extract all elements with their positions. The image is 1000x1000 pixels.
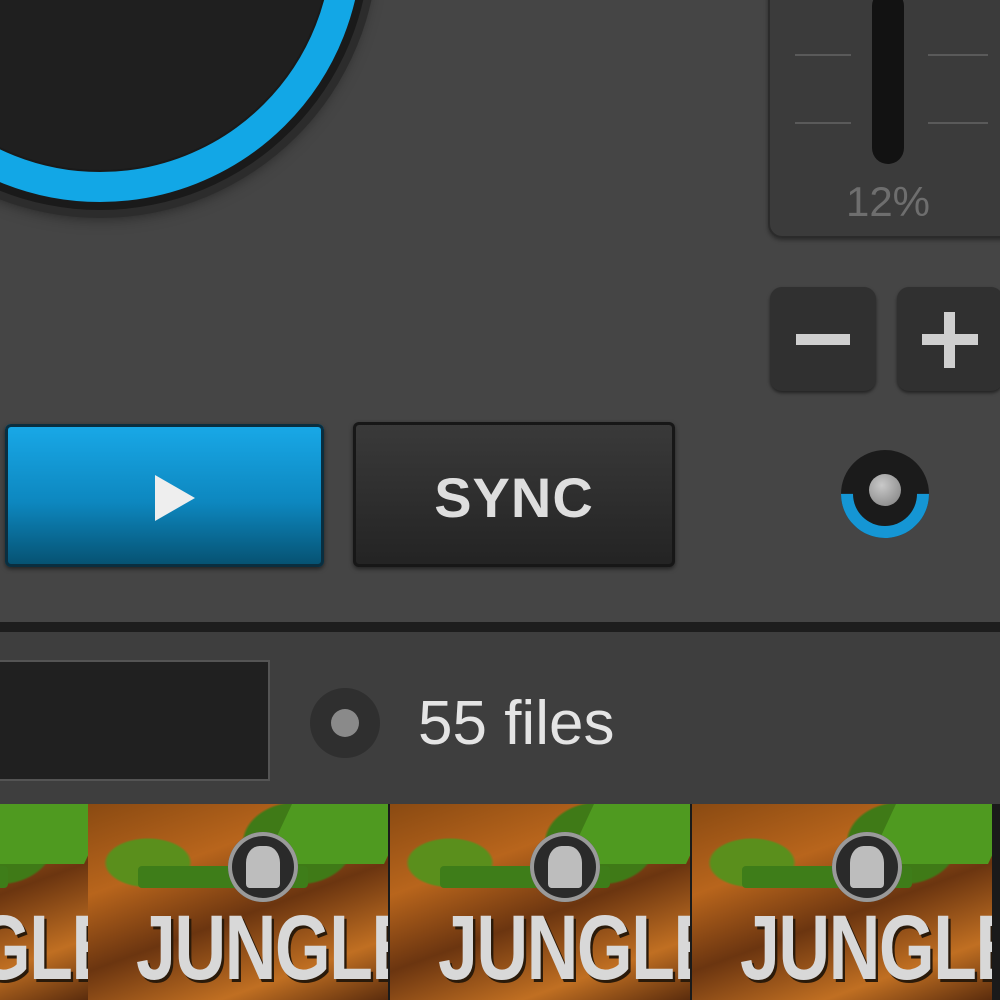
album-art-leaf (0, 804, 88, 864)
file-count: 55 files (418, 689, 615, 758)
album-art-branch (0, 866, 8, 888)
album-cover[interactable]: JUNGLE (692, 804, 992, 1000)
pitch-tick (795, 122, 851, 124)
sync-button-label: SYNC (434, 466, 594, 529)
pitch-tick (795, 54, 851, 56)
album-cover[interactable]: JUNGLE (0, 804, 88, 1000)
album-art-seal-icon (832, 832, 902, 902)
pitch-plus-button[interactable] (897, 287, 1000, 391)
search-input[interactable] (0, 660, 270, 781)
album-cover[interactable]: JUNGLE (390, 804, 690, 1000)
dj-app: 12% SYNC 55 files JUNGLE JUNGLE (0, 0, 1000, 1000)
album-title: JUNGLE (740, 897, 992, 999)
pitch-minus-button[interactable] (770, 287, 876, 391)
album-title: JUNGLE (438, 897, 690, 999)
album-title: JUNGLE (0, 897, 88, 999)
album-art-row: JUNGLE JUNGLE JUNGLE JUNGLE (0, 804, 1000, 1000)
pitch-tick (928, 54, 988, 56)
pitch-value: 12% (845, 178, 931, 225)
plus-icon-vertical (944, 312, 955, 368)
deck-divider (0, 622, 1000, 632)
album-title: JUNGLE (136, 897, 388, 999)
play-icon (155, 475, 195, 521)
album-art-seal-icon (228, 832, 298, 902)
pitch-tick (928, 122, 988, 124)
album-cover[interactable]: JUNGLE (88, 804, 388, 1000)
pitch-slider-track[interactable] (872, 0, 904, 164)
knob-cap (869, 474, 901, 506)
album-art-seal-icon (530, 832, 600, 902)
filter-knob[interactable] (822, 431, 948, 557)
status-dot-center (331, 709, 359, 737)
minus-icon (796, 334, 850, 345)
